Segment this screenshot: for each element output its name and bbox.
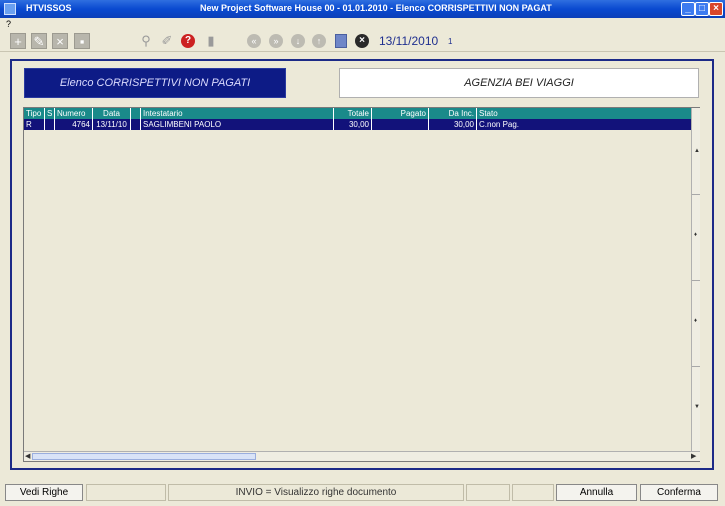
add-icon[interactable]: + [10,33,26,49]
column-header-blank[interactable] [131,108,141,119]
cancel-icon[interactable]: × [355,34,369,48]
horizontal-scrollbar[interactable]: ◀ ▶ [24,451,700,461]
cell-blank[interactable] [131,119,141,130]
disk-icon[interactable]: ▮ [203,33,219,49]
cell-intestatario[interactable]: SAGLIMBENI PAOLO [141,119,334,130]
scroll-thumb[interactable] [32,453,256,460]
cell-numero[interactable]: 4764 [55,119,93,130]
vertical-scrollbar[interactable]: ▲ ♦ ♦ ▼ [691,108,700,451]
status-panel-empty [512,484,554,501]
window-title: New Project Software House 00 - 01.01.20… [200,3,552,13]
maximize-button[interactable]: □ [695,2,709,16]
status-hint: INVIO = Visualizzo righe documento [168,484,464,501]
status-bar: Vedi Righe INVIO = Visualizzo righe docu… [0,482,725,506]
tool-icon[interactable]: ✐ [159,33,175,49]
up-arrow-icon[interactable]: ↑ [312,34,326,48]
scroll-up-icon[interactable]: ▲ [694,148,700,154]
scroll-icon[interactable]: ♦ [694,318,697,324]
first-record-icon[interactable]: « [247,34,261,48]
search-icon[interactable]: ⚲ [138,33,154,49]
column-header-pagato[interactable]: Pagato [372,108,429,119]
cell-pagato[interactable] [372,119,429,130]
scroll-icon[interactable]: ♦ [694,232,697,238]
cell-s[interactable] [45,119,55,130]
help-icon[interactable]: ? [181,34,195,48]
scroll-right-icon[interactable]: ▶ [691,452,696,460]
conferma-button[interactable]: Conferma [640,484,718,501]
column-header-totale[interactable]: Totale [334,108,372,119]
menu-help[interactable]: ? [6,19,11,29]
app-icon [4,3,16,15]
column-header-tipo[interactable]: Tipo [24,108,45,119]
column-header-da-inc[interactable]: Da Inc. [429,108,477,119]
down-arrow-icon[interactable]: ↓ [291,34,305,48]
scroll-left-icon[interactable]: ◀ [25,452,30,460]
list-title: Elenco CORRISPETTIVI NON PAGATI [24,68,286,98]
next-record-icon[interactable]: » [269,34,283,48]
status-panel-empty [466,484,510,501]
cell-stato[interactable]: C.non Pag. [477,119,691,130]
cell-tipo[interactable]: R [24,119,45,130]
data-grid[interactable]: Tipo S Numero Data Intestatario Totale P… [23,107,700,462]
cell-totale[interactable]: 30,00 [334,119,372,130]
cell-data[interactable]: 13/11/10 [93,119,131,130]
minimize-button[interactable]: _ [681,2,695,16]
status-panel-empty [86,484,166,501]
delete-icon[interactable]: × [52,33,68,49]
scroll-down-icon[interactable]: ▼ [694,404,700,410]
edit-icon[interactable]: ✎ [31,33,47,49]
close-window-button[interactable]: × [709,2,723,16]
current-date: 13/11/2010 [379,34,439,48]
grid-header: Tipo S Numero Data Intestatario Totale P… [24,108,691,119]
cell-da-inc[interactable]: 30,00 [429,119,477,130]
menu-bar: ? [0,18,725,30]
vedi-righe-button[interactable]: Vedi Righe [5,484,83,501]
app-name: HTVISSOS [26,3,72,13]
table-row[interactable]: R 4764 13/11/10 SAGLIMBENI PAOLO 30,00 3… [24,119,691,130]
record-count: 1 [448,37,453,46]
annulla-button[interactable]: Annulla [556,484,637,501]
column-header-s[interactable]: S [45,108,55,119]
calculator-icon[interactable] [335,34,347,48]
toolbar: + ✎ × ▪ ⚲ ✐ ? ▮ « » ↓ ↑ × 13/11/2010 1 [0,30,725,52]
save-icon[interactable]: ▪ [74,33,90,49]
column-header-numero[interactable]: Numero [55,108,93,119]
column-header-data[interactable]: Data [93,108,131,119]
agency-name: AGENZIA BEI VIAGGI [339,68,699,98]
title-bar: HTVISSOS New Project Software House 00 -… [0,0,725,18]
column-header-stato[interactable]: Stato [477,108,691,119]
column-header-intestatario[interactable]: Intestatario [141,108,334,119]
